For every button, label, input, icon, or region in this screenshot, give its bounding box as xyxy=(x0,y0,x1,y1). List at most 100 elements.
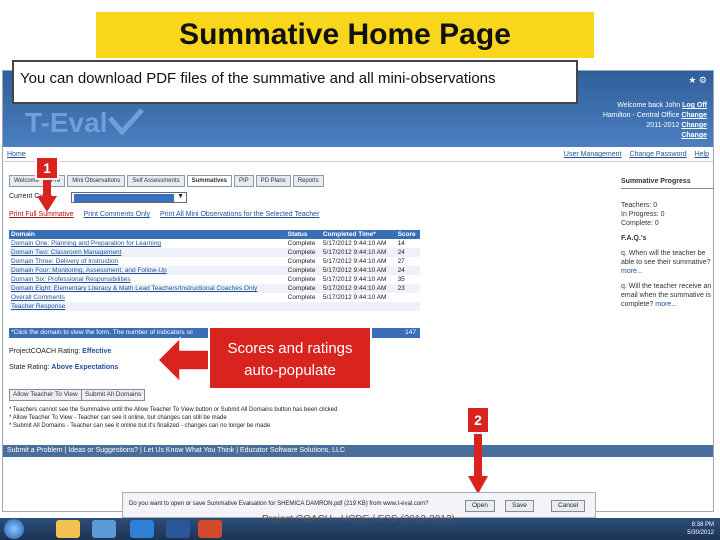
home-link[interactable]: Home xyxy=(7,151,26,158)
download-callout: You can download PDF files of the summat… xyxy=(12,60,578,104)
cycle-select[interactable]: ▼ xyxy=(71,192,187,203)
domain-link[interactable]: Domain Six: Professional Responsibilitie… xyxy=(9,275,286,284)
domain-link[interactable]: Overall Comments xyxy=(9,293,286,302)
faq-question-2[interactable]: q. Will the teacher receive an email whe… xyxy=(621,282,713,309)
save-button[interactable]: Save xyxy=(505,500,534,512)
table-row: Teacher Response xyxy=(9,302,420,311)
badge-two: 2 xyxy=(466,406,490,434)
window-controls[interactable]: ★ ⚙ xyxy=(688,75,707,86)
taskbar-clock[interactable]: 8:38 PM 5/30/2012 xyxy=(687,521,714,537)
table-row: Domain Eight: Elementary Literacy & Math… xyxy=(9,284,420,293)
app-screenshot: ★ ⚙ T-Eval Welcome back John Log Off Ham… xyxy=(2,70,714,512)
tab-summatives[interactable]: Summatives xyxy=(186,175,232,187)
chevron-down-icon[interactable]: ▼ xyxy=(177,193,184,200)
project-rating: ProjectCOACH Rating: Effective xyxy=(9,348,111,355)
col-status: Status xyxy=(285,230,321,239)
arrow-down-2 xyxy=(468,434,488,494)
user-management-link[interactable]: User Management xyxy=(564,151,622,158)
table-row: Domain Four: Monitoring, Assessment, and… xyxy=(9,266,420,275)
more-link[interactable]: more... xyxy=(621,268,643,275)
table-row: Domain Six: Professional Responsibilitie… xyxy=(9,275,420,284)
score-cell: 23 xyxy=(395,284,420,293)
domain-link[interactable]: Domain Two: Classroom Management xyxy=(9,248,286,257)
app-status-bar[interactable]: Submit a Problem | Ideas or Suggestions?… xyxy=(3,445,713,457)
state-rating: State Rating: Above Expectations xyxy=(9,364,118,371)
tab-reports[interactable]: Reports xyxy=(292,175,324,187)
nav-bar: Home User Management Change Password Hel… xyxy=(3,151,713,162)
time-cell: 5/17/2012 9:44:10 AM xyxy=(320,266,396,275)
project-rating-value: Effective xyxy=(82,348,112,355)
powerpoint-icon[interactable] xyxy=(198,520,222,538)
year-text: 2011-2012 xyxy=(646,122,680,129)
clock-time: 8:38 PM xyxy=(691,522,714,528)
status-cell xyxy=(285,302,321,311)
clock-date: 5/30/2012 xyxy=(687,530,714,536)
table-row: Overall Comments Complete 5/17/2012 9:44… xyxy=(9,293,420,302)
school-text: Hamilton - Central Office xyxy=(602,112,680,119)
arrow-left-scores xyxy=(158,336,210,384)
print-comments-link[interactable]: Print Comments Only xyxy=(84,211,151,218)
print-full-summative-link[interactable]: Print Full Summative xyxy=(9,211,74,218)
help-link[interactable]: Help xyxy=(695,151,709,158)
tab-self-assessments[interactable]: Self Assessments xyxy=(127,175,185,187)
domain-link[interactable]: Domain Three: Delivery of Instruction xyxy=(9,257,286,266)
word-icon[interactable] xyxy=(166,520,190,538)
change-password-link[interactable]: Change Password xyxy=(629,151,686,158)
more-link[interactable]: more... xyxy=(655,301,677,308)
score-cell: 14 xyxy=(397,240,405,247)
explorer-icon[interactable] xyxy=(56,520,80,538)
change-year-link[interactable]: Change xyxy=(681,122,707,129)
teachers-count: Teachers: 0 xyxy=(621,202,658,209)
domain-link[interactable]: Domain Four: Monitoring, Assessment, and… xyxy=(9,266,286,275)
tab-mini-observations[interactable]: Mini Observations xyxy=(67,175,126,187)
footnote: * Allow Teacher To View - Teacher can se… xyxy=(9,415,227,421)
faq-question-text: When will the teacher be able to see the… xyxy=(621,250,711,266)
start-button-icon[interactable] xyxy=(4,519,24,539)
col-domain: Domain xyxy=(9,230,286,239)
domain-table: Domain Status Completed Time* Score Doma… xyxy=(9,230,420,311)
allow-teacher-view-button[interactable]: Allow Teacher To View xyxy=(9,389,82,401)
score-cell: 24 xyxy=(395,266,420,275)
change-link[interactable]: Change xyxy=(681,132,707,139)
table-row: Domain Two: Classroom Management Complet… xyxy=(9,248,420,257)
state-rating-label: State Rating: xyxy=(9,364,50,371)
time-cell: 5/17/2012 9:44:10 AM xyxy=(322,294,387,301)
footnotes: * Teachers cannot see the Summative unti… xyxy=(9,406,337,430)
cancel-button[interactable]: Cancel xyxy=(551,500,586,512)
total-score: 147 xyxy=(405,329,416,336)
col-score: Score xyxy=(395,230,420,239)
time-cell: 5/17/2012 9:44:10 AM xyxy=(322,258,387,265)
domain-link[interactable]: Teacher Response xyxy=(9,302,286,311)
media-player-icon[interactable] xyxy=(92,520,116,538)
time-cell: 5/17/2012 9:44:10 AM xyxy=(320,284,396,293)
logo-check-icon xyxy=(108,108,144,136)
slide-footer: Project COACH - HCDE / ESS (2012-2013) xyxy=(262,514,455,525)
summative-progress-sidebar: Summative Progress Teachers: 0 In Progre… xyxy=(621,177,713,309)
scores-callout: Scores and ratings auto-populate xyxy=(208,326,372,390)
arrow-down-1 xyxy=(37,180,57,212)
nav-right-links: User Management Change Password Help xyxy=(558,151,709,158)
status-cell: Complete xyxy=(287,240,316,247)
col-completed-time: Completed Time* xyxy=(320,230,396,239)
submit-all-domains-button[interactable]: Submit All Domains xyxy=(81,389,146,401)
print-all-mini-link[interactable]: Print All Mini Observations for the Sele… xyxy=(160,211,319,218)
complete-count: Complete: 0 xyxy=(621,220,659,227)
logoff-link[interactable]: Log Off xyxy=(682,102,707,109)
open-button[interactable]: Open xyxy=(465,500,495,512)
score-cell xyxy=(395,302,420,311)
tab-pd-plans[interactable]: PD Plans xyxy=(255,175,291,187)
status-cell: Complete xyxy=(285,248,321,257)
table-note: *Click the domain to view the form. The … xyxy=(11,329,193,336)
domain-link[interactable]: Domain One: Planning and Preparation for… xyxy=(9,239,286,248)
change-school-link[interactable]: Change xyxy=(681,112,707,119)
in-progress-count: In Progress: 0 xyxy=(621,211,665,218)
time-cell: 5/17/2012 9:44:10 AM xyxy=(322,240,387,247)
tab-pip[interactable]: PIP xyxy=(234,175,254,187)
status-cell: Complete xyxy=(287,276,316,283)
internet-explorer-icon[interactable] xyxy=(130,520,154,538)
time-cell xyxy=(320,302,396,311)
header-user-info: Welcome back John Log Off Hamilton - Cen… xyxy=(603,101,707,141)
faq-question-1[interactable]: q. When will the teacher be able to see … xyxy=(621,249,713,276)
app-logo: T-Eval xyxy=(25,107,108,138)
domain-link[interactable]: Domain Eight: Elementary Literacy & Math… xyxy=(9,284,286,293)
